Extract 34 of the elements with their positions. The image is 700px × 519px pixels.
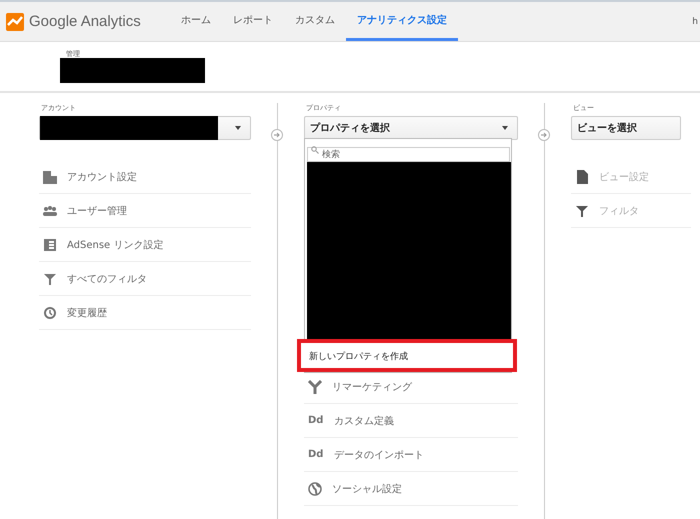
select-dropdown[interactable] xyxy=(39,116,251,140)
dd-icon: Dd xyxy=(308,449,324,460)
nav-tab[interactable]: アナリティクス設定 xyxy=(346,2,458,41)
menu-item[interactable]: ユーザー管理 xyxy=(39,194,251,228)
select-dropdown[interactable]: プロパティを選択 xyxy=(304,116,518,140)
logo-icon xyxy=(6,12,24,30)
filter-icon xyxy=(43,272,57,286)
nav-tab[interactable]: ホーム xyxy=(170,2,222,41)
table-icon xyxy=(43,238,57,252)
nav-tab[interactable]: レポート xyxy=(222,2,284,41)
document-icon xyxy=(575,170,589,184)
menu-item[interactable]: Dd データのインポート xyxy=(304,438,518,472)
select-dropdown[interactable]: ビューを選択 xyxy=(571,116,681,140)
header-text: h xyxy=(692,16,699,26)
logo-text: Google Analytics xyxy=(29,13,141,30)
menu-item[interactable]: 変更履歴 xyxy=(39,296,251,330)
search-icon xyxy=(311,146,319,154)
globe-icon xyxy=(308,482,322,496)
menu-item[interactable]: Dd カスタム定義 xyxy=(304,404,518,438)
create-property-item[interactable]: 新しいプロパティを作成 xyxy=(297,338,517,372)
nav-tab[interactable]: カスタム xyxy=(284,2,346,41)
people-icon xyxy=(43,204,57,218)
fork-icon xyxy=(308,380,322,394)
caret-icon xyxy=(235,126,241,130)
menu-item[interactable]: すべてのフィルタ xyxy=(39,262,251,296)
menu-item[interactable]: ソーシャル設定 xyxy=(304,472,518,506)
building-icon xyxy=(43,170,57,184)
search-field[interactable]: 検索 xyxy=(307,146,510,162)
menu-item[interactable]: AdSense リンク設定 xyxy=(39,228,251,262)
caret-icon xyxy=(502,126,508,130)
filter-icon xyxy=(575,204,589,218)
history-icon xyxy=(43,306,57,320)
menu-item[interactable]: アカウント設定 xyxy=(39,160,251,194)
dd-icon: Dd xyxy=(308,415,324,426)
